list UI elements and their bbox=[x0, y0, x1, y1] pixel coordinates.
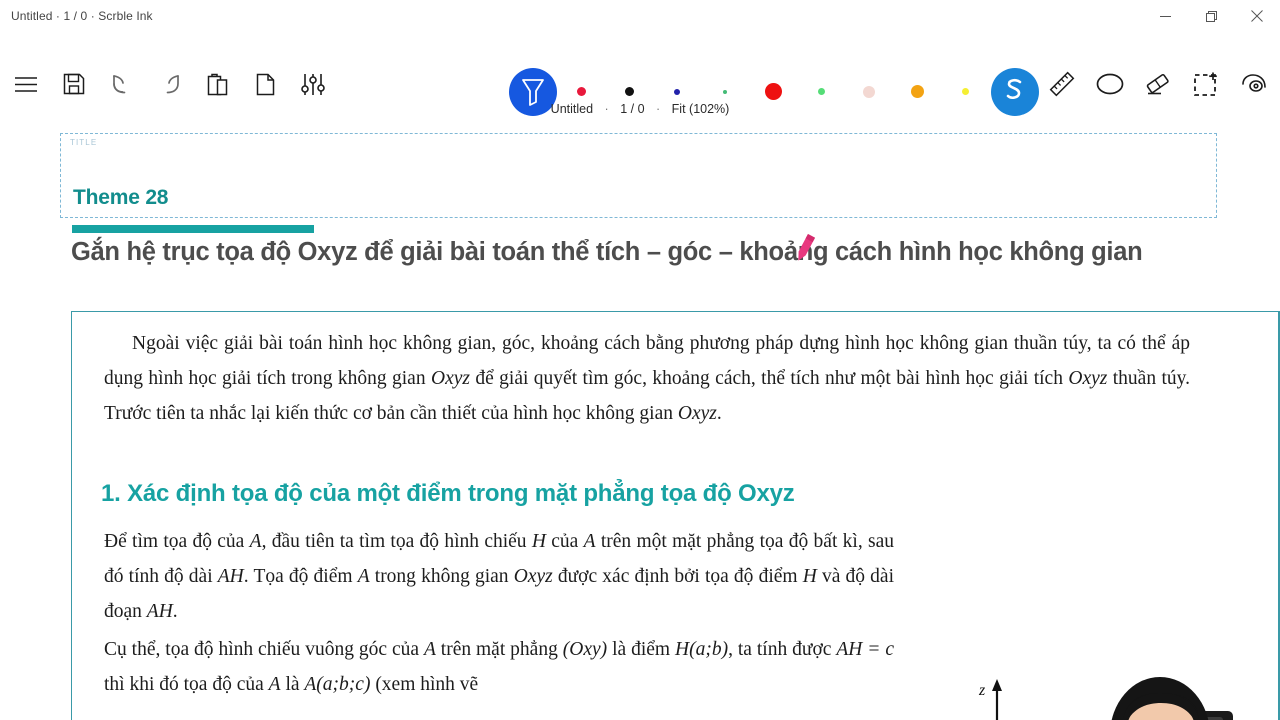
intro-text-d: . bbox=[716, 403, 722, 424]
page-title: Gắn hệ trục tọa độ Oxyz để giải bài toán… bbox=[71, 238, 1143, 266]
p3-g: (xem hình vẽ bbox=[370, 674, 479, 695]
p3-b: trên mặt phẳng bbox=[435, 639, 563, 660]
window-controls bbox=[1142, 0, 1280, 32]
title-bar: Untitled · 1 / 0 · Scrble Ink bbox=[0, 0, 1280, 32]
section-heading-1: 1. Xác định tọa độ của một điểm trong mặ… bbox=[101, 480, 795, 507]
p2-i7: H bbox=[802, 566, 817, 587]
p2-f: trong không gian bbox=[369, 566, 514, 587]
redo-icon[interactable] bbox=[150, 64, 190, 104]
p2-i6: Oxyz bbox=[513, 566, 553, 587]
p3-i6: A(a;b;c) bbox=[304, 674, 371, 695]
undo-icon[interactable] bbox=[102, 64, 142, 104]
color-swatch[interactable] bbox=[962, 88, 969, 95]
p2-c: của bbox=[545, 531, 584, 552]
p2-e: . Tọa độ điểm bbox=[243, 566, 358, 587]
p2-i4: AH bbox=[217, 566, 244, 587]
main-toolbar bbox=[0, 32, 1280, 116]
p3-i5: A bbox=[268, 674, 281, 695]
p3-i4: AH = c bbox=[836, 639, 894, 660]
restore-button[interactable] bbox=[1188, 0, 1234, 32]
content-frame: Ngoài việc giải bài toán hình học không … bbox=[71, 311, 1280, 720]
pen-cursor-icon bbox=[789, 232, 819, 268]
p2-g: được xác định bởi tọa độ điểm bbox=[552, 566, 803, 587]
p3-a: Cụ thể, tọa độ hình chiếu vuông góc của bbox=[104, 639, 424, 660]
ellipse-icon[interactable] bbox=[1090, 64, 1130, 104]
scrble-ink-window: Untitled · 1 / 0 · Scrble Ink Untitled ·… bbox=[0, 0, 1280, 720]
p2-a: Để tìm tọa độ của bbox=[104, 531, 250, 552]
p3-c: là điểm bbox=[607, 639, 675, 660]
status-separator: · bbox=[656, 102, 661, 116]
paragraph-3: Cụ thể, tọa độ hình chiếu vuông góc của … bbox=[104, 632, 894, 702]
p2-i2: H bbox=[531, 531, 546, 552]
menu-icon[interactable] bbox=[6, 64, 46, 104]
color-swatch[interactable] bbox=[577, 87, 586, 96]
intro-italic-2: Oxyz bbox=[1068, 368, 1108, 389]
color-swatch[interactable] bbox=[863, 86, 875, 98]
color-swatch[interactable] bbox=[911, 85, 924, 98]
intro-italic-1: Oxyz bbox=[430, 368, 470, 389]
color-swatch[interactable] bbox=[674, 89, 680, 95]
eraser-icon[interactable] bbox=[1138, 64, 1178, 104]
teal-accent-bar bbox=[72, 225, 314, 233]
title-placeholder-box[interactable]: TITLE Theme 28 bbox=[60, 133, 1217, 218]
save-icon[interactable] bbox=[54, 64, 94, 104]
axis-label-z: z bbox=[978, 682, 986, 699]
p3-f: là bbox=[280, 674, 305, 695]
p3-d: , ta tính được bbox=[728, 639, 837, 660]
color-swatch[interactable] bbox=[723, 90, 727, 94]
theme-label: Theme 28 bbox=[73, 186, 169, 209]
p3-i2: (Oxy) bbox=[562, 639, 608, 660]
intro-text-b: để giải quyết tìm góc, khoảng cách, thể … bbox=[469, 368, 1069, 389]
p3-i1: A bbox=[423, 639, 436, 660]
webcam-overlay[interactable]: z c b O A bbox=[955, 673, 1280, 720]
color-swatch[interactable] bbox=[625, 87, 634, 96]
presenter-video[interactable] bbox=[1033, 673, 1280, 720]
p2-i1: A bbox=[249, 531, 262, 552]
p3-i3: H(a;b) bbox=[675, 639, 729, 660]
color-swatch[interactable] bbox=[765, 83, 782, 100]
intro-italic-3: Oxyz bbox=[677, 403, 717, 424]
lasso-icon[interactable] bbox=[1234, 64, 1274, 104]
color-swatch[interactable] bbox=[818, 88, 825, 95]
p2-b: , đầu tiên ta tìm tọa độ hình chiếu bbox=[261, 531, 532, 552]
ruler-icon[interactable] bbox=[1042, 64, 1082, 104]
paragraph-2: Để tìm tọa độ của A, đầu tiên ta tìm tọa… bbox=[104, 524, 894, 629]
status-separator: · bbox=[604, 102, 609, 116]
p2-i8: AH bbox=[146, 601, 173, 622]
title-placeholder-label: TITLE bbox=[70, 138, 98, 147]
p3-e: thì khi đó tọa độ của bbox=[104, 674, 269, 695]
paste-icon[interactable] bbox=[198, 64, 238, 104]
select-icon[interactable] bbox=[1186, 64, 1226, 104]
document-canvas[interactable]: TITLE Theme 28 Gắn hệ trục tọa độ Oxyz đ… bbox=[0, 125, 1280, 720]
intro-paragraph: Ngoài việc giải bài toán hình học không … bbox=[104, 326, 1190, 431]
settings-sliders-icon[interactable] bbox=[293, 64, 333, 104]
close-button[interactable] bbox=[1234, 0, 1280, 32]
window-title: Untitled · 1 / 0 · Scrble Ink bbox=[11, 9, 153, 23]
p2-i3: A bbox=[583, 531, 596, 552]
p2-i5: A bbox=[357, 566, 370, 587]
page-indicator[interactable]: 1 / 0 bbox=[620, 102, 644, 116]
p2-i: . bbox=[172, 601, 178, 622]
minimize-button[interactable] bbox=[1142, 0, 1188, 32]
document-status-bar: Untitled · 1 / 0 · Fit (102%) bbox=[0, 102, 1280, 116]
new-page-icon[interactable] bbox=[245, 64, 285, 104]
doc-name[interactable]: Untitled bbox=[551, 102, 593, 116]
zoom-level[interactable]: Fit (102%) bbox=[672, 102, 730, 116]
